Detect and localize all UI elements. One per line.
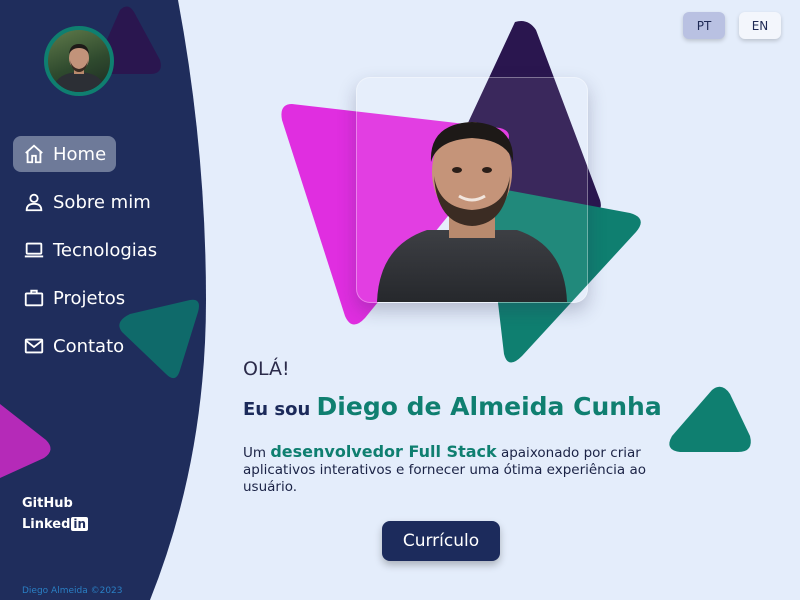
profile-photo xyxy=(356,77,588,303)
nav-technologies[interactable]: Tecnologias xyxy=(13,232,167,268)
language-pt-button[interactable]: PT xyxy=(683,12,725,39)
laptop-icon xyxy=(23,239,45,261)
briefcase-icon xyxy=(23,287,45,309)
social-links: GitHub Linked in xyxy=(22,496,89,538)
mail-icon xyxy=(23,335,45,357)
linkedin-link[interactable]: Linked in xyxy=(22,517,89,532)
avatar[interactable] xyxy=(44,26,114,96)
desc-prefix: Um xyxy=(243,445,271,461)
desc-highlight: desenvolvedor Full Stack xyxy=(270,442,497,461)
github-link[interactable]: GitHub xyxy=(22,496,88,511)
nav-about[interactable]: Sobre mim xyxy=(13,184,161,220)
resume-button[interactable]: Currículo xyxy=(382,521,500,561)
intro-heading: Eu sou Diego de Almeida Cunha xyxy=(243,392,662,421)
nav-projects-label: Projetos xyxy=(53,287,126,309)
nav-contact-label: Contato xyxy=(53,335,125,357)
nav-about-label: Sobre mim xyxy=(53,191,151,213)
footer-credit: Diego Almeida ©2023 xyxy=(22,586,123,596)
linkedin-icon: in xyxy=(71,517,89,531)
language-en-button[interactable]: EN xyxy=(739,12,781,39)
intro-prefix: Eu sou xyxy=(243,399,317,420)
greeting: OLÁ! xyxy=(243,358,290,380)
person-name: Diego de Almeida Cunha xyxy=(316,392,662,421)
description: Um desenvolvedor Full Stack apaixonado p… xyxy=(243,443,683,496)
nav-projects[interactable]: Projetos xyxy=(13,280,135,316)
sidebar: Home Sobre mim Tecnologias Projetos Cont… xyxy=(0,0,215,600)
main-nav: Home Sobre mim Tecnologias Projetos Cont… xyxy=(13,136,203,376)
home-icon xyxy=(23,143,45,165)
nav-contact[interactable]: Contato xyxy=(13,328,134,364)
nav-technologies-label: Tecnologias xyxy=(53,239,158,261)
user-icon xyxy=(23,191,45,213)
linkedin-text: Linked xyxy=(22,517,71,532)
nav-home[interactable]: Home xyxy=(13,136,117,172)
nav-home-label: Home xyxy=(53,143,107,165)
